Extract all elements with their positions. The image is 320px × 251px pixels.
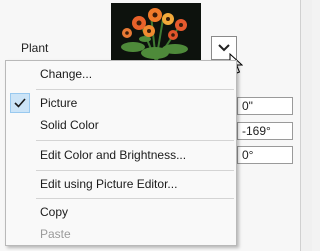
menu-item-label: Picture — [40, 96, 78, 110]
menu-separator — [36, 89, 234, 90]
menu-item-label: Copy — [40, 205, 69, 219]
position-x-field[interactable]: 0" — [237, 97, 293, 115]
picture-context-menu: Change... Picture Solid Color Edit Color… — [5, 60, 237, 246]
menu-item-edit-picture-editor[interactable]: Edit using Picture Editor... — [6, 173, 236, 195]
angle-field[interactable]: 0° — [237, 146, 293, 164]
menu-item-label: Edit using Picture Editor... — [40, 177, 178, 191]
menu-separator — [36, 198, 234, 199]
checkmark-icon — [14, 98, 26, 108]
panel-scrollbar[interactable] — [301, 0, 312, 251]
rotation-field[interactable]: -169° — [237, 122, 293, 140]
menu-item-change[interactable]: Change... — [6, 63, 236, 85]
menu-separator — [36, 140, 234, 141]
menu-item-solid-color[interactable]: Solid Color — [6, 114, 236, 136]
menu-item-label: Change... — [40, 67, 93, 81]
plant-label: Plant — [21, 41, 49, 55]
checked-indicator — [10, 93, 30, 113]
menu-item-paste: Paste — [6, 223, 236, 245]
menu-item-picture[interactable]: Picture — [6, 92, 236, 114]
menu-item-edit-color-brightness[interactable]: Edit Color and Brightness... — [6, 144, 236, 166]
menu-item-label: Edit Color and Brightness... — [40, 148, 187, 162]
menu-separator — [36, 170, 234, 171]
chevron-down-icon — [218, 44, 230, 52]
menu-item-copy[interactable]: Copy — [6, 201, 236, 223]
plant-picture-thumbnail[interactable] — [111, 3, 201, 61]
flower-picture-image — [111, 3, 201, 61]
menu-item-label: Paste — [40, 227, 71, 241]
menu-item-label: Solid Color — [40, 118, 99, 132]
